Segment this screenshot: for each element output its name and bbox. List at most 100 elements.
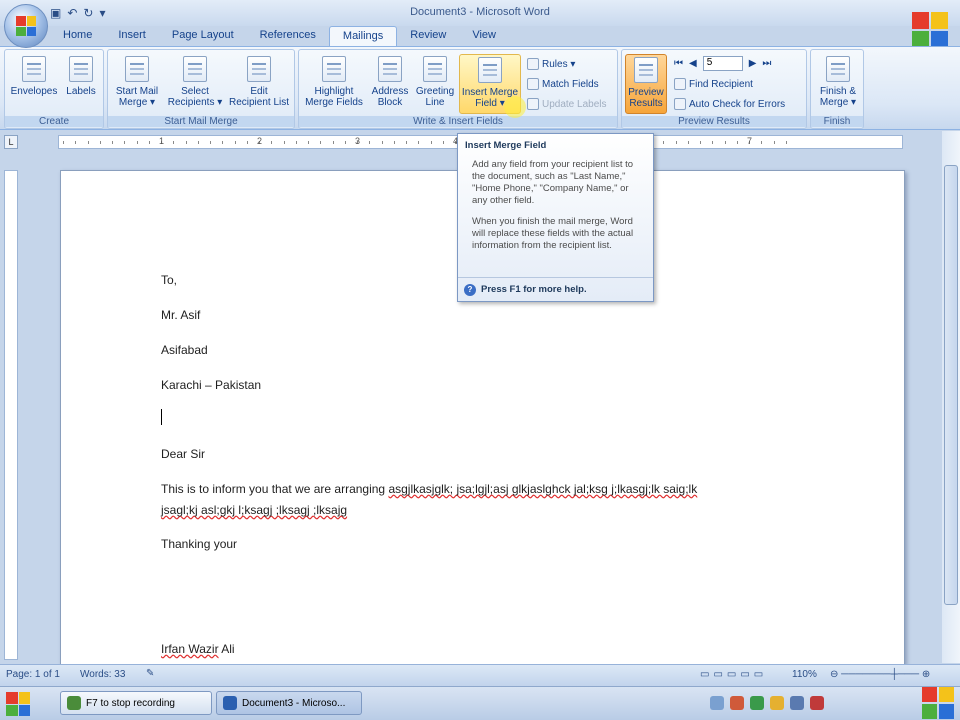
ruler-number: 3 bbox=[355, 136, 361, 146]
tray-icon-5[interactable] bbox=[810, 696, 824, 710]
update-labels-icon bbox=[527, 98, 539, 110]
magnifier-icon bbox=[634, 57, 658, 83]
group-write-insert-fields: Highlight Merge Fields Address Block Greet… bbox=[298, 49, 618, 129]
update-labels-button[interactable]: Update Labels bbox=[527, 98, 607, 110]
previous-record-icon[interactable]: ◀ bbox=[689, 58, 697, 69]
ruler-tick bbox=[712, 141, 714, 144]
start-button[interactable] bbox=[6, 692, 30, 716]
group-label-start-mail-merge: Start Mail Merge bbox=[108, 116, 294, 127]
taskbar-recorder[interactable]: F7 to stop recording bbox=[60, 691, 212, 715]
labels-button[interactable]: Labels bbox=[61, 56, 101, 97]
ribbon-tabs: Home Insert Page Layout References Maili… bbox=[50, 26, 509, 46]
greeting-line-icon bbox=[423, 56, 447, 82]
tray-icon-2[interactable] bbox=[750, 696, 764, 710]
corner-logo-icon bbox=[922, 687, 954, 719]
ruler-tick bbox=[761, 141, 763, 144]
closing: Thanking your bbox=[161, 537, 238, 551]
auto-check-errors-button[interactable]: Auto Check for Errors bbox=[674, 98, 785, 110]
record-number-input[interactable]: 5 bbox=[702, 56, 743, 71]
tab-references[interactable]: References bbox=[247, 26, 329, 46]
auto-check-icon bbox=[674, 98, 686, 110]
tab-view[interactable]: View bbox=[459, 26, 509, 46]
tray-icon-1[interactable] bbox=[730, 696, 744, 710]
document-icon bbox=[125, 56, 149, 82]
tab-mailings[interactable]: Mailings bbox=[328, 26, 398, 46]
tab-selector-icon[interactable]: L bbox=[4, 135, 18, 149]
next-record-icon[interactable]: ▶ bbox=[749, 58, 757, 69]
undo-icon[interactable]: ↶ bbox=[67, 6, 77, 20]
office-logo-icon bbox=[16, 16, 36, 36]
rules-button[interactable]: Rules ▾ bbox=[527, 58, 575, 70]
window-corner-logo-icon bbox=[912, 12, 948, 48]
first-record-icon[interactable]: ⏮ bbox=[674, 58, 683, 69]
finish-merge-button[interactable]: Finish & Merge ▾ bbox=[813, 56, 863, 108]
ruler-number: 2 bbox=[257, 136, 263, 146]
ruler-tick bbox=[295, 141, 297, 144]
ruler-tick bbox=[112, 141, 113, 144]
page-count[interactable]: Page: 1 of 1 bbox=[6, 669, 60, 680]
ruler-tick bbox=[197, 141, 199, 144]
envelope-icon bbox=[22, 56, 46, 82]
ruler-tick bbox=[222, 141, 224, 144]
preview-results-button[interactable]: Preview Results bbox=[625, 54, 667, 114]
tab-page-layout[interactable]: Page Layout bbox=[159, 26, 247, 46]
vertical-ruler[interactable] bbox=[4, 170, 18, 660]
customize-icon[interactable]: ▾ bbox=[99, 6, 105, 20]
start-mail-merge-button[interactable]: Start Mail Merge ▾ bbox=[110, 56, 164, 108]
address-block-icon bbox=[378, 56, 402, 82]
ruler-tick bbox=[246, 141, 248, 144]
ruler-tick bbox=[271, 141, 273, 144]
tray-icon-3[interactable] bbox=[770, 696, 784, 710]
find-recipient-button[interactable]: Find Recipient bbox=[674, 78, 753, 90]
insert-field-icon bbox=[478, 57, 502, 83]
word-count[interactable]: Words: 33 bbox=[80, 669, 125, 680]
proofing-icon[interactable]: ✎ bbox=[146, 668, 154, 679]
signature: Irfan Wazir Ali bbox=[161, 642, 235, 656]
highlight-icon bbox=[322, 56, 346, 82]
tab-review[interactable]: Review bbox=[397, 26, 459, 46]
system-tray bbox=[710, 696, 824, 710]
ruler-tick bbox=[99, 141, 101, 144]
address-block-button[interactable]: Address Block bbox=[367, 56, 413, 108]
edit-recipient-list-button[interactable]: Edit Recipient List bbox=[226, 56, 292, 108]
ruler-tick bbox=[430, 141, 432, 144]
select-recipients-button[interactable]: Select Recipients ▾ bbox=[164, 56, 226, 108]
tab-insert[interactable]: Insert bbox=[105, 26, 159, 46]
scrollbar-thumb[interactable] bbox=[944, 165, 958, 605]
highlight-merge-fields-button[interactable]: Highlight Merge Fields bbox=[301, 56, 367, 108]
save-icon[interactable]: ▣ bbox=[50, 6, 61, 20]
tab-home[interactable]: Home bbox=[50, 26, 105, 46]
zoom-level[interactable]: 110% bbox=[792, 669, 817, 680]
ruler-tick bbox=[687, 141, 689, 144]
ruler-tick bbox=[308, 141, 309, 144]
greeting-line-button[interactable]: Greeting Line bbox=[413, 56, 457, 108]
envelopes-button[interactable]: Envelopes bbox=[9, 56, 59, 97]
tooltip-help: ? Press F1 for more help. bbox=[458, 277, 653, 301]
ruler-tick bbox=[63, 141, 64, 144]
view-buttons[interactable]: ▭▭▭▭▭ bbox=[700, 669, 767, 680]
ruler-tick bbox=[442, 141, 444, 144]
rules-icon bbox=[527, 58, 539, 70]
help-tray-icon[interactable] bbox=[710, 696, 724, 710]
zoom-slider[interactable]: ⊖ ───────┼─── ⊕ bbox=[830, 669, 930, 680]
redo-icon[interactable]: ↻ bbox=[83, 6, 93, 20]
match-fields-button[interactable]: Match Fields bbox=[527, 78, 599, 90]
group-start-mail-merge: Start Mail Merge ▾ Select Recipients ▾ Edi… bbox=[107, 49, 295, 129]
ruler-tick bbox=[332, 141, 334, 144]
ruler-tick bbox=[344, 141, 346, 144]
tray-icon-4[interactable] bbox=[790, 696, 804, 710]
ruler-number: 1 bbox=[159, 136, 165, 146]
ruler-tick bbox=[87, 141, 89, 144]
tooltip-paragraph-2: When you finish the mail merge, Word wil… bbox=[472, 216, 634, 251]
mouse-pointer-highlight bbox=[504, 96, 526, 118]
last-record-icon[interactable]: ⏭ bbox=[762, 58, 771, 69]
quick-access-toolbar: ▣ ↶ ↻ ▾ bbox=[50, 4, 106, 22]
ruler-tick bbox=[185, 141, 187, 144]
match-fields-icon bbox=[527, 78, 539, 90]
taskbar-word[interactable]: Document3 - Microso... bbox=[216, 691, 362, 715]
recipients-icon bbox=[183, 56, 207, 82]
ruler-tick bbox=[406, 141, 407, 144]
ribbon: Envelopes Labels Create Start Mail Merge … bbox=[0, 46, 960, 130]
office-button[interactable] bbox=[4, 4, 48, 48]
ruler-tick bbox=[724, 141, 726, 144]
